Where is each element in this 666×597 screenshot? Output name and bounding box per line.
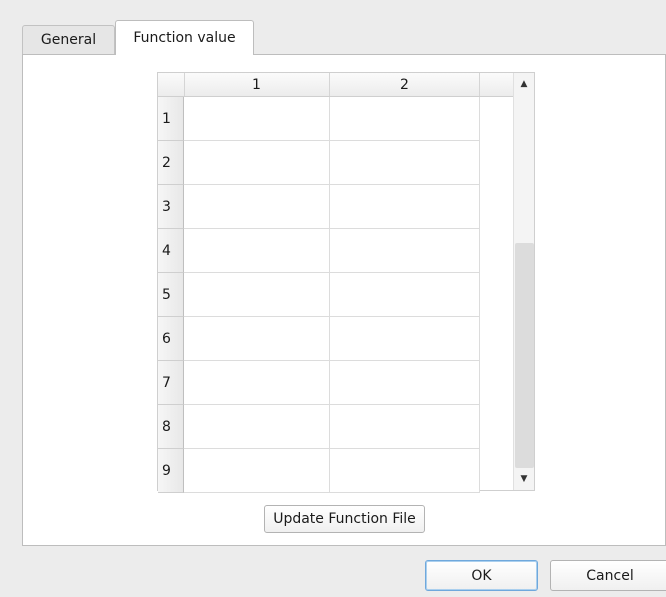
table-cell[interactable] (330, 273, 480, 317)
column-header-row: 1 2 (158, 73, 513, 97)
row-header-8[interactable]: 8 (158, 405, 184, 449)
row-header-3[interactable]: 3 (158, 185, 184, 229)
row-header-6[interactable]: 6 (158, 317, 184, 361)
tab-general[interactable]: General (22, 25, 115, 54)
row-header-7[interactable]: 7 (158, 361, 184, 405)
function-value-table: 1 2 123456789 ▲ ▼ (157, 72, 535, 493)
cancel-button[interactable]: Cancel (550, 560, 666, 591)
row-header-5[interactable]: 5 (158, 273, 184, 317)
scroll-up-arrow-icon[interactable]: ▲ (514, 74, 534, 94)
table-cell[interactable] (330, 405, 480, 449)
tab-function-value[interactable]: Function value (115, 20, 254, 55)
table-cell[interactable] (330, 317, 480, 361)
table-cell[interactable] (330, 185, 480, 229)
table-cell[interactable] (184, 361, 330, 405)
table-cell[interactable] (330, 449, 480, 493)
table-cell[interactable] (184, 273, 330, 317)
row-header-1[interactable]: 1 (158, 97, 184, 141)
column-header-2[interactable]: 2 (330, 73, 480, 96)
table-cell[interactable] (184, 97, 330, 141)
row-header-2[interactable]: 2 (158, 141, 184, 185)
table-cell[interactable] (184, 141, 330, 185)
table-cell[interactable] (184, 185, 330, 229)
table-cell[interactable] (184, 229, 330, 273)
update-function-file-button[interactable]: Update Function File (264, 505, 425, 533)
table-cell[interactable] (330, 361, 480, 405)
scrollbar-thumb[interactable] (515, 243, 534, 468)
ok-button[interactable]: OK (425, 560, 538, 591)
row-header-4[interactable]: 4 (158, 229, 184, 273)
table-cell[interactable] (330, 141, 480, 185)
scroll-down-arrow-icon[interactable]: ▼ (514, 469, 534, 489)
vertical-scrollbar[interactable]: ▲ ▼ (513, 73, 534, 490)
row-header-9[interactable]: 9 (158, 449, 184, 493)
table-cell[interactable] (330, 229, 480, 273)
column-header-1[interactable]: 1 (184, 73, 330, 96)
table-corner[interactable] (158, 73, 185, 96)
table-cell[interactable] (184, 317, 330, 361)
table-cell[interactable] (184, 405, 330, 449)
table-cell[interactable] (330, 97, 480, 141)
table-cell[interactable] (184, 449, 330, 493)
